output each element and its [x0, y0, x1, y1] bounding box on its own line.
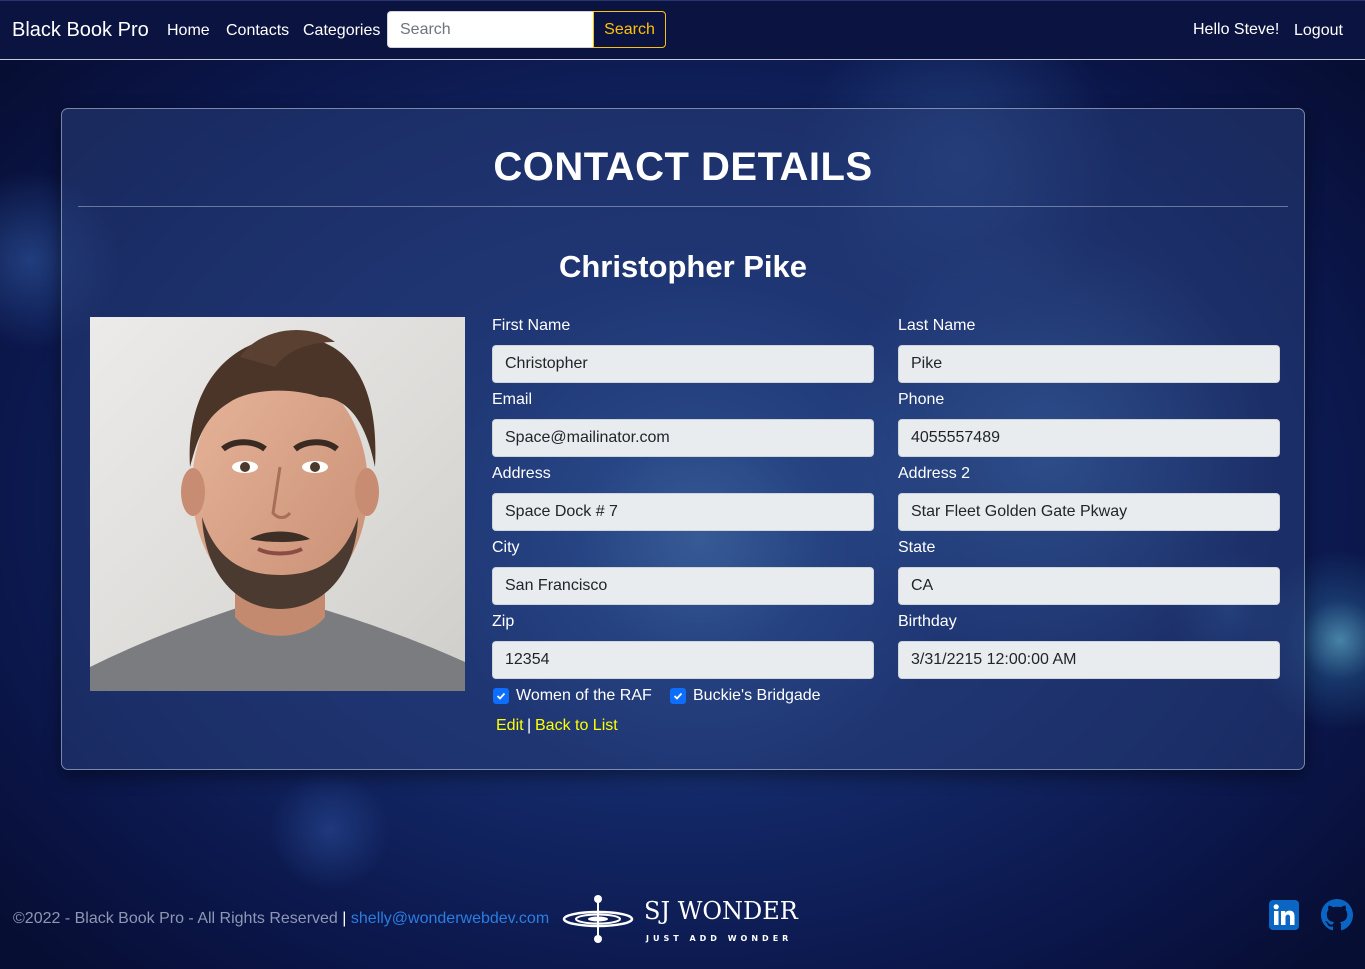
search-button[interactable]: Search: [593, 11, 666, 48]
city-field[interactable]: [492, 567, 874, 605]
nav-link-home[interactable]: Home: [167, 22, 210, 40]
action-separator: |: [527, 717, 532, 734]
last-name-field[interactable]: [898, 345, 1280, 383]
linkedin-icon[interactable]: [1269, 900, 1299, 930]
zip-label: Zip: [492, 613, 515, 630]
city-label: City: [492, 539, 520, 556]
address-field[interactable]: [492, 493, 874, 531]
birthday-field[interactable]: [898, 641, 1280, 679]
github-icon[interactable]: [1321, 899, 1353, 931]
zip-field[interactable]: [492, 641, 874, 679]
footer-copyright: ©2022 - Black Book Pro - All Rights Rese…: [13, 910, 549, 928]
footer-separator: |: [342, 910, 347, 927]
category-label-1: Women of the RAF: [516, 687, 652, 704]
nav-link-contacts[interactable]: Contacts: [226, 22, 289, 40]
logo-tagline: JUST ADD WONDER: [646, 934, 793, 943]
contact-details-card: CONTACT DETAILS Christopher Pike First N…: [61, 108, 1305, 770]
address2-label: Address 2: [898, 465, 971, 482]
footer-email-link[interactable]: shelly@wonderwebdev.com: [351, 910, 549, 927]
nav-link-categories[interactable]: Categories: [303, 22, 380, 40]
state-label: State: [898, 539, 936, 556]
edit-link[interactable]: Edit: [496, 717, 524, 735]
logout-link[interactable]: Logout: [1294, 22, 1343, 40]
check-icon: [673, 692, 683, 700]
sj-wonder-logo[interactable]: SJ WONDER JUST ADD WONDER: [562, 893, 807, 945]
state-field[interactable]: [898, 567, 1280, 605]
ripple-logo-icon: [562, 895, 634, 943]
phone-label: Phone: [898, 391, 945, 408]
search-input[interactable]: [387, 11, 594, 48]
address2-field[interactable]: [898, 493, 1280, 531]
title-divider: [78, 206, 1288, 207]
user-greeting: Hello Steve!: [1193, 21, 1280, 38]
page-title: CONTACT DETAILS: [493, 145, 873, 189]
address-label: Address: [492, 465, 551, 482]
phone-field[interactable]: [898, 419, 1280, 457]
back-to-list-link[interactable]: Back to List: [535, 717, 618, 735]
category-checkbox-1[interactable]: [493, 688, 509, 704]
birthday-label: Birthday: [898, 613, 957, 630]
contact-name-heading: Christopher Pike: [558, 249, 808, 284]
copyright-text: ©2022 - Black Book Pro - All Rights Rese…: [13, 910, 338, 927]
email-label: Email: [492, 391, 533, 408]
contact-photo: [90, 317, 465, 691]
last-name-label: Last Name: [898, 317, 976, 334]
email-field[interactable]: [492, 419, 874, 457]
category-label-2: Buckie's Bridgade: [693, 687, 821, 704]
first-name-label: First Name: [492, 317, 571, 334]
category-checkbox-2[interactable]: [670, 688, 686, 704]
check-icon: [496, 692, 506, 700]
logo-title: SJ WONDER: [644, 897, 798, 925]
first-name-field[interactable]: [492, 345, 874, 383]
top-navbar: Black Book Pro Home Contacts Categories …: [0, 0, 1365, 60]
brand-logo-text[interactable]: Black Book Pro: [12, 19, 149, 42]
